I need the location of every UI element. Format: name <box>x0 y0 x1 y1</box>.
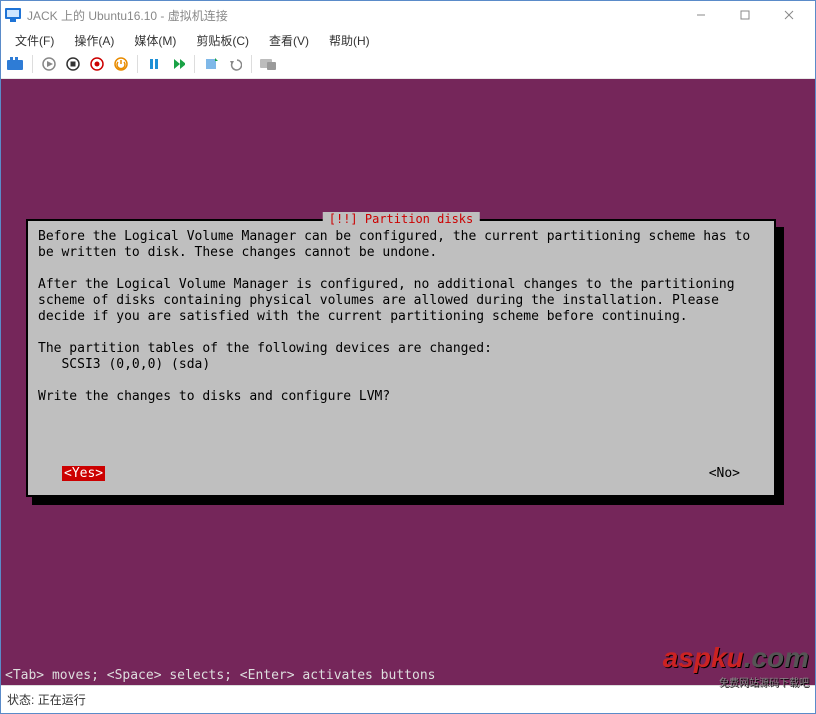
key-hints: <Tab> moves; <Space> selects; <Enter> ac… <box>5 668 435 683</box>
menu-view[interactable]: 查看(V) <box>259 32 319 49</box>
dialog-para1: Before the Logical Volume Manager can be… <box>38 229 758 260</box>
dialog-title: [!!] Partition disks <box>323 212 480 226</box>
menu-file[interactable]: 文件(F) <box>5 32 64 49</box>
status-value: 正在运行 <box>38 691 86 708</box>
option-yes[interactable]: <Yes> <box>62 466 105 481</box>
hyperv-icon <box>5 8 21 22</box>
dialog-device: SCSI3 (0,0,0) (sda) <box>38 357 210 372</box>
menu-bar: 文件(F) 操作(A) 媒体(M) 剪贴板(C) 查看(V) 帮助(H) <box>1 29 815 51</box>
reset-button[interactable] <box>167 53 189 75</box>
close-button[interactable] <box>767 3 811 27</box>
shutdown-button[interactable] <box>86 53 108 75</box>
menu-clipboard[interactable]: 剪贴板(C) <box>186 32 259 49</box>
status-label: 状态: <box>7 691 34 708</box>
toolbar-separator <box>32 55 33 73</box>
start-button[interactable] <box>38 53 60 75</box>
pause-button[interactable] <box>143 53 165 75</box>
dialog-para2: After the Logical Volume Manager is conf… <box>38 277 742 324</box>
ctrl-alt-del-button[interactable] <box>5 53 27 75</box>
dialog-question: Write the changes to disks and configure… <box>38 389 390 404</box>
vm-display[interactable]: [!!] Partition disks Before the Logical … <box>1 79 815 685</box>
menu-help[interactable]: 帮助(H) <box>319 32 380 49</box>
save-button[interactable] <box>110 53 132 75</box>
menu-action[interactable]: 操作(A) <box>64 32 124 49</box>
option-no[interactable]: <No> <box>709 466 740 481</box>
revert-button[interactable] <box>224 53 246 75</box>
checkpoint-button[interactable] <box>200 53 222 75</box>
partition-dialog: [!!] Partition disks Before the Logical … <box>26 219 776 497</box>
window-title: JACK 上的 Ubuntu16.10 - 虚拟机连接 <box>27 7 679 24</box>
maximize-button[interactable] <box>723 3 767 27</box>
toolbar-separator <box>194 55 195 73</box>
dialog-para3: The partition tables of the following de… <box>38 341 492 356</box>
toolbar <box>1 51 815 79</box>
window-titlebar: JACK 上的 Ubuntu16.10 - 虚拟机连接 <box>1 1 815 29</box>
minimize-button[interactable] <box>679 3 723 27</box>
menu-media[interactable]: 媒体(M) <box>124 32 186 49</box>
enhanced-session-button[interactable] <box>257 53 279 75</box>
toolbar-separator <box>251 55 252 73</box>
dialog-body: Before the Logical Volume Manager can be… <box>38 229 764 405</box>
turnoff-button[interactable] <box>62 53 84 75</box>
status-bar: 状态: 正在运行 <box>1 685 815 713</box>
toolbar-separator <box>137 55 138 73</box>
